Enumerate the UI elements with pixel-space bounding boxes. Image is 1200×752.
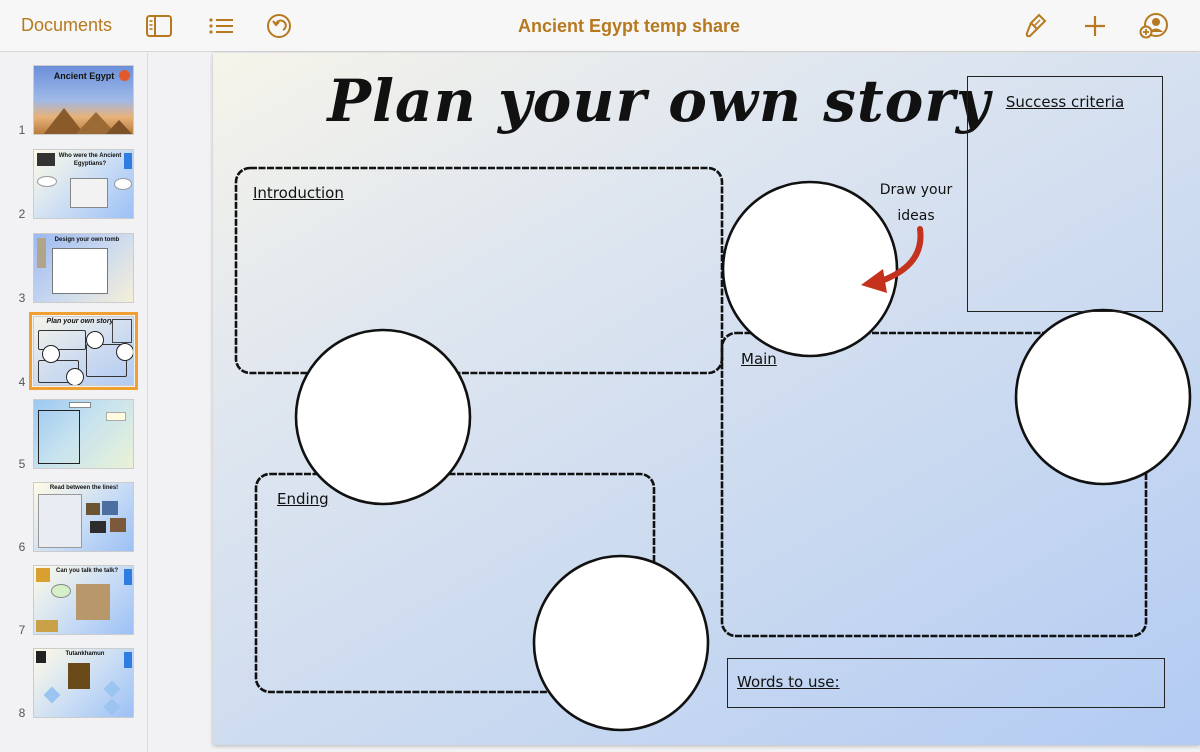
thumb-sidebar <box>124 569 132 585</box>
slide-thumbnail-6[interactable]: Read between the lines! <box>33 482 134 552</box>
slide-number: 7 <box>18 623 26 637</box>
slide-thumbnail-3[interactable]: Design your own tomb <box>33 233 134 303</box>
slide-navigator: Ancient Egypt 1 Who were the Ancient Egy… <box>0 53 148 752</box>
thumb-box <box>70 178 108 208</box>
thumb-image <box>37 153 55 166</box>
thumb-circle <box>116 343 133 361</box>
idea-circle-left <box>294 328 472 506</box>
document-title: Ancient Egypt temp share <box>517 16 741 36</box>
success-criteria-label: Success criteria <box>1005 93 1125 111</box>
idea-circle-bottom <box>532 554 710 732</box>
words-to-use-label: Words to use: <box>737 673 840 691</box>
thumb-circle <box>86 331 104 349</box>
thumb-title: Can you talk the talk? <box>55 568 118 574</box>
thumb-circle <box>42 345 60 363</box>
thumb-sidebar <box>124 153 132 169</box>
thumb-box <box>38 410 80 464</box>
thumb-circle <box>66 368 84 385</box>
thumb-title: Design your own tomb <box>54 237 120 243</box>
speech-bubble <box>51 584 71 598</box>
slide-thumbnail-7[interactable]: Can you talk the talk? <box>33 565 134 635</box>
slide-canvas[interactable]: Plan your own story Success criteria Int… <box>213 53 1200 745</box>
thumb-title: Tutankhamun <box>65 651 105 657</box>
speech-bubble <box>114 178 132 190</box>
thumb-sidebar <box>124 652 132 668</box>
success-criteria-box: Success criteria <box>967 76 1163 312</box>
slide-number: 2 <box>18 207 26 221</box>
slide-thumbnail-8[interactable]: Tutankhamun <box>33 648 134 718</box>
papyrus-image <box>76 584 110 620</box>
thumb-box <box>52 248 108 294</box>
add-icon[interactable] <box>1080 12 1110 40</box>
speech-bubble <box>37 176 57 187</box>
format-brush-icon[interactable] <box>1022 12 1052 40</box>
thumb-image <box>110 518 126 532</box>
slide-thumbnail-4[interactable]: Plan your own story <box>29 312 138 390</box>
slide-number: 8 <box>18 706 26 720</box>
diamond-shape <box>103 698 121 716</box>
ending-label: Ending <box>277 490 329 508</box>
slide-thumbnail-5[interactable] <box>33 399 134 469</box>
thumb-text-block <box>38 494 82 548</box>
slide-number: 6 <box>18 540 26 554</box>
thumb-title: Read between the lines! <box>49 485 119 491</box>
thumb-image <box>86 503 100 515</box>
toolbar: Documents Ancient Egypt temp share <box>0 0 1200 52</box>
slide-number: 5 <box>18 457 26 471</box>
slide-number: 3 <box>18 291 26 305</box>
slide-number: 1 <box>18 123 26 137</box>
thumb-image <box>36 568 50 582</box>
slide-thumbnail-2[interactable]: Who were the Ancient Egyptians? <box>33 149 134 219</box>
mask-image <box>68 663 90 689</box>
collaborate-icon[interactable] <box>1139 12 1169 40</box>
mummy-image <box>37 238 46 268</box>
slide-thumbnail-1[interactable]: Ancient Egypt <box>33 65 134 135</box>
badge-icon <box>119 70 130 81</box>
thumb-image <box>102 501 118 515</box>
thumb-box <box>112 319 132 343</box>
diamond-shape <box>103 680 121 698</box>
main-label: Main <box>741 350 777 368</box>
words-to-use-box: Words to use: <box>727 658 1165 708</box>
thumb-label-box <box>69 402 91 408</box>
thumb-image <box>36 651 46 663</box>
thumb-label-box <box>106 412 126 421</box>
slide-number: 4 <box>18 375 26 389</box>
idea-circle-top <box>721 180 899 358</box>
diamond-shape <box>43 686 61 704</box>
thumb-image <box>90 521 106 533</box>
draw-ideas-note: Draw your ideas <box>879 182 953 224</box>
pyramids-image <box>43 108 133 134</box>
introduction-label: Introduction <box>253 184 344 202</box>
thumb-title: Who were the Ancient Egyptians? <box>58 153 122 167</box>
idea-circle-right <box>1014 308 1192 486</box>
hieroglyph-image <box>36 620 58 632</box>
